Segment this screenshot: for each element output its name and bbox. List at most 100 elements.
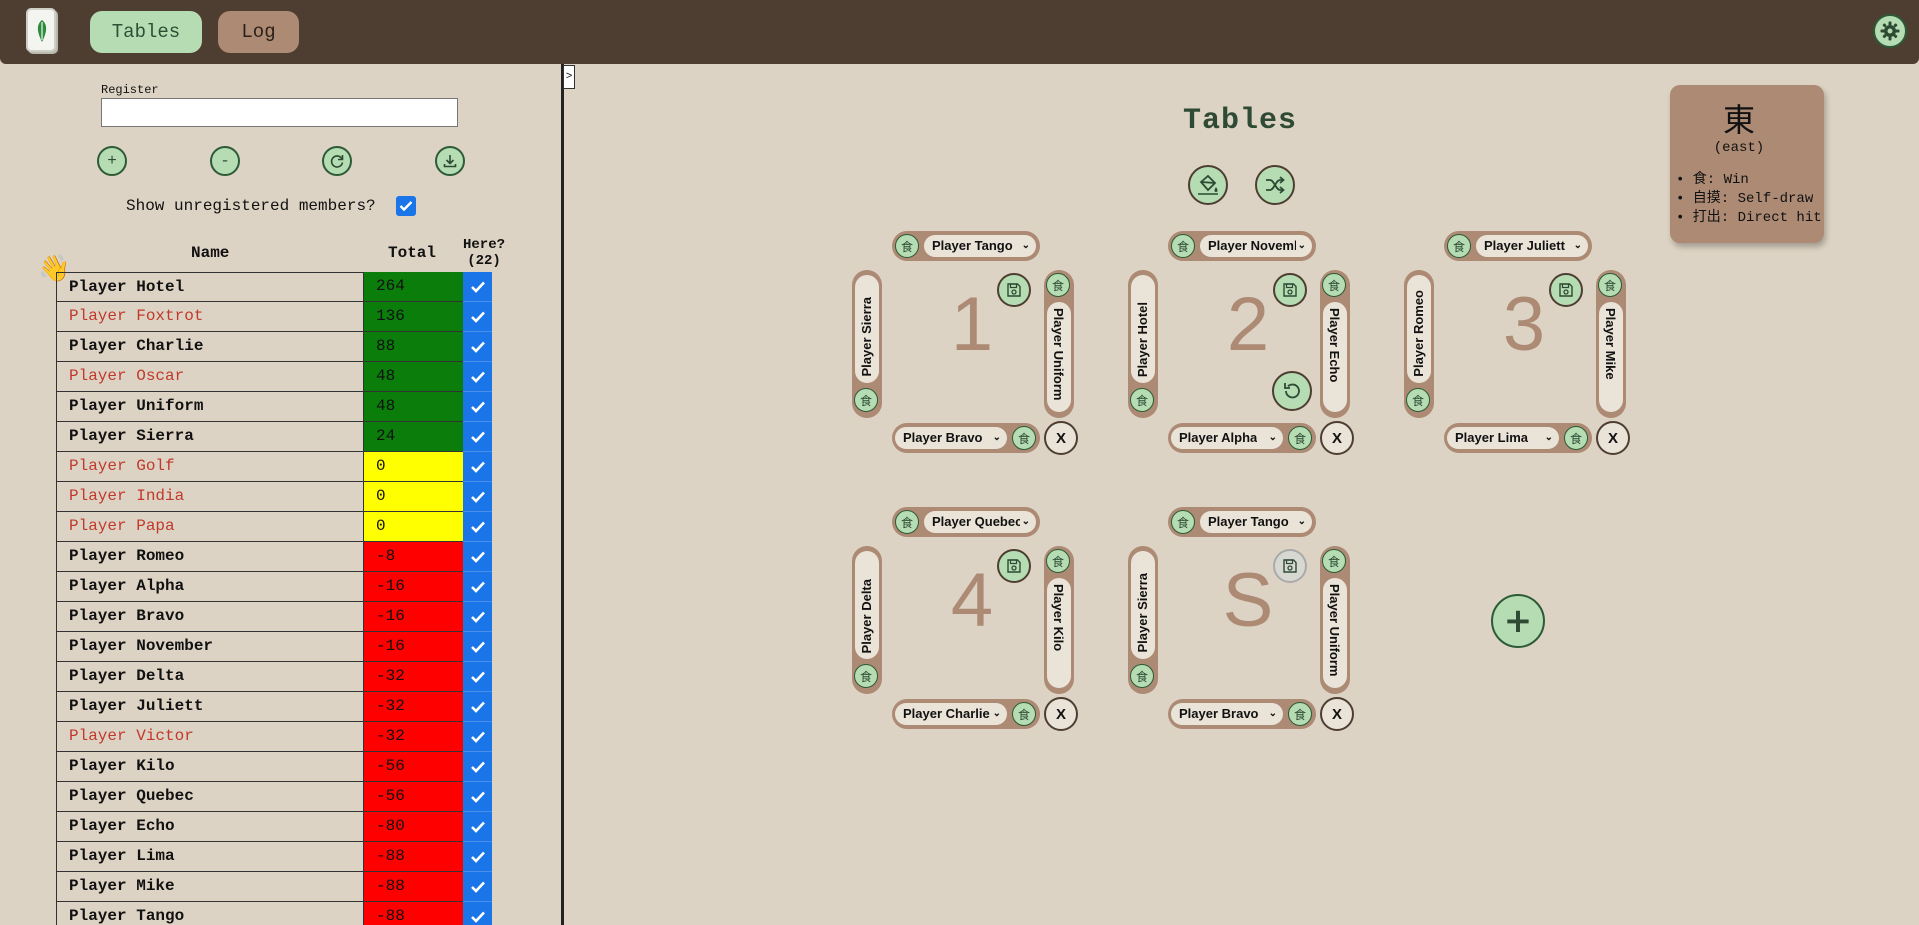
- seat-win-icon[interactable]: 食: [1406, 388, 1430, 412]
- here-checkbox[interactable]: [463, 782, 492, 812]
- seat-win-icon[interactable]: 食: [1171, 234, 1195, 258]
- player-select-north[interactable]: Player Quebec ⌄: [924, 511, 1036, 533]
- seat-win-icon[interactable]: 食: [895, 510, 919, 534]
- here-checkbox[interactable]: [463, 692, 492, 722]
- save-icon[interactable]: [1549, 273, 1583, 307]
- here-checkbox[interactable]: [463, 302, 492, 332]
- tab-tables[interactable]: Tables: [90, 11, 202, 53]
- seat-win-icon[interactable]: 食: [854, 388, 878, 412]
- here-checkbox[interactable]: [463, 422, 492, 452]
- player-name[interactable]: Player Mike: [56, 872, 364, 902]
- show-unregistered-checkbox[interactable]: [396, 196, 416, 216]
- register-input[interactable]: [101, 98, 458, 127]
- player-select-north[interactable]: Player Tango ⌄: [1200, 511, 1312, 533]
- here-checkbox[interactable]: [463, 482, 492, 512]
- player-select-south[interactable]: Player Bravo ⌄: [895, 427, 1007, 449]
- seat-win-icon[interactable]: 食: [1322, 273, 1346, 297]
- shuffle-icon[interactable]: [1255, 165, 1295, 205]
- player-select-west[interactable]: Player Sierra: [1131, 551, 1155, 659]
- player-select-east[interactable]: Player Uniform: [1047, 302, 1071, 412]
- player-name[interactable]: Player November: [56, 632, 364, 662]
- column-header-here[interactable]: Here? (22): [460, 237, 508, 269]
- here-checkbox[interactable]: [463, 842, 492, 872]
- seat-win-icon[interactable]: 食: [1322, 549, 1346, 573]
- player-name[interactable]: Player Hotel: [56, 272, 364, 302]
- save-icon[interactable]: [997, 549, 1031, 583]
- seat-win-icon[interactable]: 食: [1288, 702, 1312, 726]
- here-checkbox[interactable]: [463, 362, 492, 392]
- player-select-south[interactable]: Player Bravo ⌄: [1171, 703, 1283, 725]
- player-select-west[interactable]: Player Romeo: [1407, 275, 1431, 383]
- seat-win-icon[interactable]: 食: [1012, 702, 1036, 726]
- player-select-west[interactable]: Player Hotel: [1131, 275, 1155, 383]
- column-header-name[interactable]: Name: [191, 244, 229, 262]
- here-checkbox[interactable]: [463, 542, 492, 572]
- remove-table-button[interactable]: X: [1596, 421, 1630, 455]
- player-select-south[interactable]: Player Alpha ⌄: [1171, 427, 1283, 449]
- here-checkbox[interactable]: [463, 452, 492, 482]
- collapse-sidebar-button[interactable]: >: [563, 65, 575, 89]
- player-name[interactable]: Player Quebec: [56, 782, 364, 812]
- player-name[interactable]: Player Alpha: [56, 572, 364, 602]
- remove-table-button[interactable]: X: [1320, 697, 1354, 731]
- seat-win-icon[interactable]: 食: [1130, 388, 1154, 412]
- player-select-east[interactable]: Player Echo: [1323, 302, 1347, 412]
- seat-win-icon[interactable]: 食: [1171, 510, 1195, 534]
- player-select-east[interactable]: Player Mike: [1599, 302, 1623, 412]
- player-name[interactable]: Player Oscar: [56, 362, 364, 392]
- remove-table-button[interactable]: X: [1044, 697, 1078, 731]
- player-select-west[interactable]: Player Delta: [855, 551, 879, 659]
- refresh-icon[interactable]: [322, 146, 352, 176]
- here-checkbox[interactable]: [463, 722, 492, 752]
- here-checkbox[interactable]: [463, 662, 492, 692]
- player-name[interactable]: Player Kilo: [56, 752, 364, 782]
- player-name[interactable]: Player Victor: [56, 722, 364, 752]
- seat-win-icon[interactable]: 食: [1046, 549, 1070, 573]
- save-icon[interactable]: [997, 273, 1031, 307]
- here-checkbox[interactable]: [463, 602, 492, 632]
- player-name[interactable]: Player Bravo: [56, 602, 364, 632]
- here-checkbox[interactable]: [463, 872, 492, 902]
- tab-log[interactable]: Log: [218, 11, 299, 53]
- player-select-north[interactable]: Player November⌄: [1200, 235, 1312, 257]
- player-name[interactable]: Player Tango: [56, 902, 364, 925]
- column-header-total[interactable]: Total: [388, 244, 436, 262]
- download-icon[interactable]: [435, 146, 465, 176]
- mahjong-tile-icon[interactable]: [26, 8, 56, 52]
- player-name[interactable]: Player Juliett: [56, 692, 364, 722]
- here-checkbox[interactable]: [463, 272, 492, 302]
- player-select-west[interactable]: Player Sierra: [855, 275, 879, 383]
- here-checkbox[interactable]: [463, 332, 492, 362]
- here-checkbox[interactable]: [463, 812, 492, 842]
- player-name[interactable]: Player Sierra: [56, 422, 364, 452]
- player-select-north[interactable]: Player Tango ⌄: [924, 235, 1036, 257]
- player-name[interactable]: Player Papa: [56, 512, 364, 542]
- paint-bucket-icon[interactable]: [1188, 165, 1228, 205]
- player-name[interactable]: Player Lima: [56, 842, 364, 872]
- player-select-south[interactable]: Player Charlie ⌄: [895, 703, 1007, 725]
- player-name[interactable]: Player Uniform: [56, 392, 364, 422]
- here-checkbox[interactable]: [463, 902, 492, 925]
- player-name[interactable]: Player India: [56, 482, 364, 512]
- here-checkbox[interactable]: [463, 392, 492, 422]
- player-name[interactable]: Player Foxtrot: [56, 302, 364, 332]
- undo-icon[interactable]: [1272, 371, 1312, 411]
- seat-win-icon[interactable]: 食: [895, 234, 919, 258]
- seat-win-icon[interactable]: 食: [1447, 234, 1471, 258]
- player-name[interactable]: Player Golf: [56, 452, 364, 482]
- player-select-east[interactable]: Player Kilo: [1047, 578, 1071, 688]
- seat-win-icon[interactable]: 食: [1130, 664, 1154, 688]
- player-select-north[interactable]: Player Juliett ⌄: [1476, 235, 1588, 257]
- here-checkbox[interactable]: [463, 512, 492, 542]
- add-member-button[interactable]: +: [97, 146, 127, 176]
- here-checkbox[interactable]: [463, 572, 492, 602]
- remove-table-button[interactable]: X: [1044, 421, 1078, 455]
- player-name[interactable]: Player Echo: [56, 812, 364, 842]
- player-select-south[interactable]: Player Lima ⌄: [1447, 427, 1559, 449]
- player-name[interactable]: Player Charlie: [56, 332, 364, 362]
- seat-win-icon[interactable]: 食: [1012, 426, 1036, 450]
- player-name[interactable]: Player Romeo: [56, 542, 364, 572]
- gear-icon[interactable]: [1873, 14, 1907, 48]
- save-icon[interactable]: [1273, 273, 1307, 307]
- seat-win-icon[interactable]: 食: [1046, 273, 1070, 297]
